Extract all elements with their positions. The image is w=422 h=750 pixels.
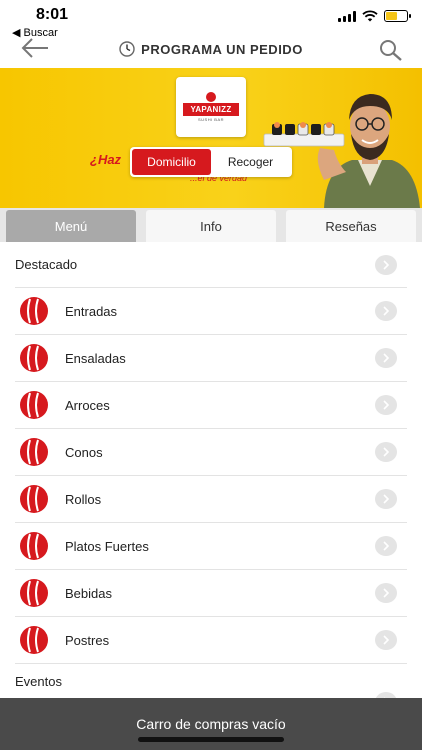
yapanizz-emblem-icon	[20, 485, 48, 513]
menu-category-row[interactable]: Conos	[15, 429, 407, 476]
restaurant-logo: YAPANIZZ SUSHI BAR	[176, 77, 246, 137]
chevron-right-icon	[375, 395, 397, 415]
logo-subtext: SUSHI BAR	[197, 117, 225, 122]
yapanizz-emblem-icon	[20, 344, 48, 372]
logo-emblem-icon	[206, 92, 216, 102]
menu-category-row[interactable]: Platos Fuertes	[15, 523, 407, 570]
featured-label: Destacado	[15, 257, 78, 272]
page-title[interactable]: PROGRAMA UN PEDIDO	[0, 41, 422, 57]
menu-category-row[interactable]: Entradas	[15, 288, 407, 335]
yapanizz-emblem-icon	[20, 626, 48, 654]
menu-category-label: Conos	[65, 444, 103, 460]
yapanizz-emblem-icon	[20, 438, 48, 466]
menu-category-label: Entradas	[65, 303, 118, 319]
menu-category-row[interactable]: Arroces	[15, 382, 407, 429]
menu-category-label: Ensaladas	[65, 350, 126, 366]
battery-icon	[384, 10, 411, 22]
yapanizz-emblem-icon	[20, 532, 48, 560]
menu-category-label: Platos Fuertes	[65, 538, 149, 554]
menu-category-row[interactable]: Bebidas	[15, 570, 407, 617]
cellular-signal-icon	[338, 10, 356, 22]
chevron-right-icon	[375, 254, 397, 275]
clock-icon	[119, 41, 135, 57]
pickup-option[interactable]: Recoger	[211, 149, 290, 175]
search-icon[interactable]	[378, 38, 404, 62]
yapanizz-emblem-icon	[20, 297, 48, 325]
featured-row[interactable]: Destacado	[15, 242, 407, 288]
restaurant-banner: ¿Haz ...el de verdad YAPANIZZ SUSHI BAR …	[0, 68, 422, 208]
tab-menu[interactable]: Menú	[6, 210, 136, 242]
tab-reviews[interactable]: Reseñas	[286, 210, 416, 242]
banner-tagline: ¿Haz	[90, 152, 122, 167]
yapanizz-emblem-icon	[20, 579, 48, 607]
cart-bar[interactable]: Carro de compras vacío	[0, 698, 422, 750]
chevron-right-icon	[375, 583, 397, 603]
banner-person-illustration	[263, 94, 420, 208]
delivery-option[interactable]: Domicilio	[132, 149, 211, 175]
app-header: PROGRAMA UN PEDIDO	[0, 32, 422, 68]
status-icons	[338, 10, 411, 22]
tab-bar: Menú Info Reseñas	[0, 208, 422, 242]
page-title-text: PROGRAMA UN PEDIDO	[141, 42, 303, 57]
menu-category-row[interactable]: Postres	[15, 617, 407, 664]
status-time: 8:01	[36, 6, 69, 23]
logo-name: YAPANIZZ	[183, 103, 239, 116]
menu-category-row[interactable]: Rollos	[15, 476, 407, 523]
menu-category-label: Bebidas	[65, 585, 112, 601]
chevron-right-icon	[375, 301, 397, 321]
yapanizz-emblem-icon	[20, 391, 48, 419]
menu-category-label: Rollos	[65, 491, 102, 507]
order-mode-toggle: Domicilio Recoger	[130, 147, 292, 177]
chevron-right-icon	[375, 489, 397, 509]
chevron-right-icon	[375, 348, 397, 368]
chevron-right-icon	[375, 442, 397, 462]
home-indicator	[138, 737, 284, 742]
tab-info[interactable]: Info	[146, 210, 276, 242]
wifi-icon	[362, 10, 378, 22]
events-label: Eventos	[15, 674, 62, 689]
menu-category-label: Arroces	[65, 397, 110, 413]
menu-category-label: Postres	[65, 632, 110, 648]
chevron-right-icon	[375, 536, 397, 556]
menu-category-row[interactable]: Ensaladas	[15, 335, 407, 382]
menu-category-list: Destacado Entradas Ensaladas Arroces Conos R…	[0, 242, 422, 712]
chevron-right-icon	[375, 630, 397, 650]
cart-label: Carro de compras vacío	[136, 716, 286, 732]
